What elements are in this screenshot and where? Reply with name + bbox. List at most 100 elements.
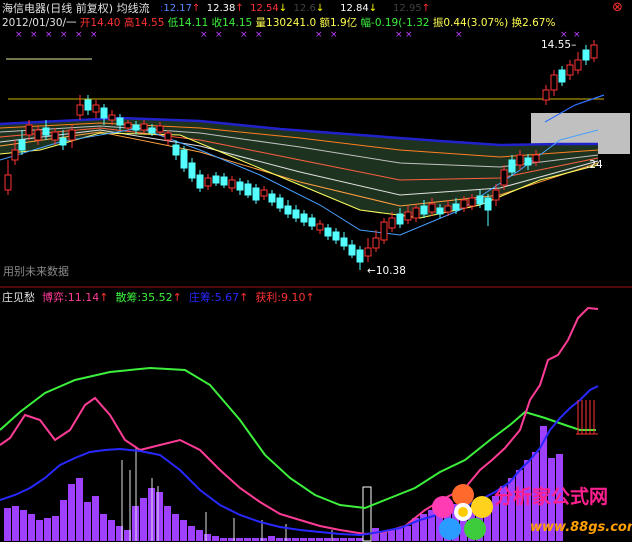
candle-body: [428, 203, 436, 213]
game-value: 11.14: [67, 291, 100, 304]
candle-body: [340, 237, 348, 247]
candle-body: [324, 227, 332, 237]
candle-body: [156, 125, 164, 133]
histogram-bar: [372, 528, 379, 541]
candle-body: [566, 64, 574, 76]
candle-body: [492, 189, 500, 201]
candle-body: [484, 197, 492, 211]
candle-body: [116, 117, 124, 126]
candle-body: [76, 104, 84, 116]
candle-body: [276, 197, 284, 209]
high-annotation: 14.55–: [541, 39, 577, 51]
candle-body: [364, 247, 372, 257]
histogram-bar: [92, 496, 99, 541]
candle-body: [260, 189, 268, 197]
stock-chart-window: 海信电器(日线 前复权) 均线流 :12.17↑ 12.38↑ 12.54↓ 1…: [0, 0, 632, 542]
candle-body: [252, 187, 260, 201]
histogram-bar: [340, 538, 347, 541]
histogram-bar: [108, 520, 115, 541]
candle-body: [436, 207, 444, 215]
histogram-bar: [260, 538, 267, 541]
candle-body: [148, 127, 156, 134]
histogram-bar: [332, 538, 339, 541]
histogram-bar: [172, 514, 179, 541]
candle-body: [132, 124, 140, 131]
x-marker: ×: [455, 30, 463, 40]
x-marker: ×: [215, 30, 223, 40]
histogram-bar: [268, 536, 275, 541]
histogram-bar: [180, 520, 187, 541]
low-price-label: 10.38: [375, 265, 406, 277]
histogram-bar: [68, 484, 75, 541]
histogram-bar: [404, 526, 411, 541]
candle-body: [140, 123, 148, 131]
marker-row: × × × × × × × × × × × × × × × × ×: [15, 30, 581, 40]
x-marker: ×: [15, 30, 23, 40]
candle-body: [284, 205, 292, 215]
candle-body: [452, 203, 460, 211]
candle-body: [59, 137, 67, 146]
profit-label: 获利:: [255, 291, 282, 304]
candle-body: [68, 129, 76, 141]
candle-body: [542, 89, 550, 101]
candle-body: [468, 197, 476, 207]
dealer-label: 庄筹:: [188, 291, 215, 304]
histogram-bar: [140, 498, 147, 541]
chart-canvas[interactable]: × × × × × × × × × × × × × × × × ×: [0, 0, 632, 542]
candle-body: [500, 169, 508, 186]
tail-annotation: .24: [586, 159, 603, 171]
candle-body: [34, 129, 42, 141]
histogram-bar: [84, 502, 91, 541]
histogram-bar: [244, 538, 251, 541]
histogram-bar: [356, 538, 363, 541]
candle-body: [308, 217, 316, 227]
histogram-bar: [28, 514, 35, 541]
candle-body: [516, 154, 524, 166]
candle-body: [220, 176, 228, 186]
candle-body: [574, 59, 582, 71]
site-logo: 分析家公式网 www.88gs.com: [428, 480, 632, 542]
profit-value: 9.10: [281, 291, 306, 304]
candle-body: [204, 177, 212, 187]
histogram-bar: [156, 492, 163, 541]
flower-logo-icon: [432, 484, 493, 540]
high-price-label: 14.55: [541, 39, 572, 51]
candle-body: [404, 211, 412, 221]
x-marker: ×: [45, 30, 53, 40]
candle-body: [100, 107, 108, 119]
candle-body: [92, 104, 100, 113]
histogram-bar: [12, 506, 19, 541]
candle-body: [316, 223, 324, 231]
candle-body: [188, 162, 196, 179]
histogram-bar: [204, 534, 211, 541]
candle-body: [524, 157, 532, 166]
histogram-bar: [348, 538, 355, 541]
x-marker: ×: [315, 30, 323, 40]
retail-label: 散筹:: [115, 291, 142, 304]
candle-body: [550, 74, 558, 91]
candle-body: [388, 217, 396, 229]
histogram-bar: [196, 530, 203, 541]
candle-body: [51, 131, 59, 141]
candle-body: [164, 132, 172, 141]
indicator-header: 庄见愁 博弈:11.14↑ 散筹:35.52↑ 庄筹:5.67↑ 获利:9.10…: [2, 291, 315, 304]
histogram-bar: [324, 538, 331, 541]
histogram-bar: [236, 538, 243, 541]
logo-title: 分析家公式网: [494, 486, 609, 508]
x-marker: ×: [30, 30, 38, 40]
candle-body: [300, 213, 308, 223]
low-annotation: ←10.38: [367, 265, 406, 277]
candle-body: [228, 179, 236, 189]
histogram-bar: [60, 500, 67, 541]
candle-body: [292, 209, 300, 219]
candle-body: [420, 205, 428, 215]
game-label: 博弈:: [42, 291, 68, 304]
candle-body: [244, 183, 252, 196]
x-marker: ×: [395, 30, 403, 40]
candle-body: [42, 127, 50, 136]
histogram-bar: [300, 538, 307, 541]
logo-url: www.88gs.com: [530, 520, 632, 535]
candle-body: [380, 221, 388, 241]
future-data-note: 用别未来数据: [3, 265, 69, 278]
candle-body: [532, 154, 540, 163]
